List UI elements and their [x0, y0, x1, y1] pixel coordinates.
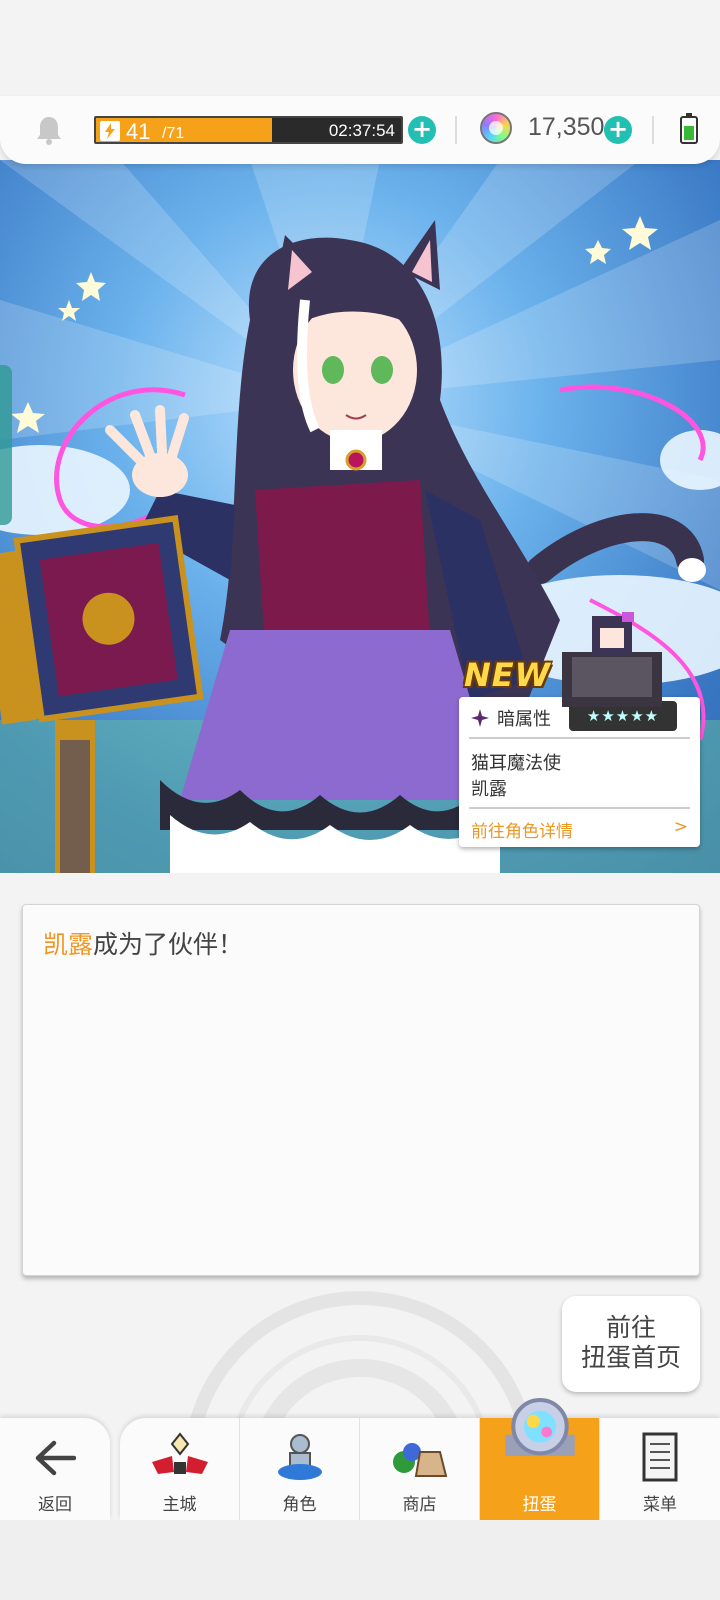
side-drawer-handle[interactable] [0, 365, 12, 525]
nav-item-shop[interactable]: 商店 [360, 1418, 480, 1520]
message-panel: 凯露成为了伙伴！ [22, 904, 700, 1276]
jewel-icon [480, 112, 512, 144]
nav-label-character: 角色 [282, 1495, 317, 1515]
character-info-card: 暗属性 ★★★★★ 猫耳魔法使 凯露 前往角色详情 > [459, 697, 700, 847]
stamina-bar: 41 /71 02:37:54 [94, 116, 403, 144]
character-mini-sprite-icon [562, 612, 662, 707]
arrow-left-icon [35, 1440, 76, 1476]
lightning-icon [100, 121, 120, 141]
divider [455, 116, 457, 144]
character-title: 猫耳魔法使 [471, 753, 561, 774]
divider [469, 807, 690, 809]
shop-icon [393, 1443, 448, 1477]
divider [652, 116, 654, 144]
goto-gacha-line2: 扭蛋首页 [580, 1343, 681, 1372]
nav-item-home[interactable]: 主城 [120, 1418, 240, 1520]
bottom-nav: 主城 角色 商店 扭蛋 菜单 [120, 1398, 720, 1520]
gacha-icon [505, 1398, 575, 1456]
goto-gacha-home-button[interactable]: 前往 扭蛋首页 [562, 1296, 700, 1392]
back-button[interactable]: 返回 [0, 1418, 110, 1520]
goto-gacha-line1: 前往 [605, 1313, 656, 1342]
message-character-name: 凯露 [43, 930, 94, 959]
stamina-current: 41 [126, 119, 151, 144]
nav-label-shop: 商店 [402, 1495, 437, 1515]
nav-label-menu: 菜单 [643, 1495, 677, 1515]
character-name: 凯露 [471, 779, 507, 800]
nav-item-gacha[interactable]: 扭蛋 [480, 1398, 600, 1520]
jewel-count: 17,350 [528, 113, 605, 141]
system-gesture-area [0, 1520, 720, 1600]
character-icon [278, 1434, 322, 1480]
nav-label-home: 主城 [162, 1495, 197, 1515]
back-label: 返回 [38, 1495, 72, 1515]
nav-label-gacha: 扭蛋 [522, 1495, 557, 1515]
nav-item-menu[interactable]: 菜单 [600, 1418, 720, 1520]
attribute-label: 暗属性 [497, 709, 551, 730]
add-stamina-button[interactable]: + [408, 116, 436, 144]
notification-bell-icon[interactable] [34, 114, 64, 146]
new-badge: NEW [464, 656, 551, 694]
stamina-max: /71 [162, 125, 185, 142]
message-text: 凯露成为了伙伴！ [43, 925, 243, 961]
nav-item-character[interactable]: 角色 [240, 1418, 360, 1520]
castle-icon [152, 1432, 208, 1474]
message-body: 成为了伙伴！ [93, 930, 244, 959]
divider [469, 737, 690, 739]
status-bar: 41 /71 02:37:54 + 17,350 + [0, 96, 720, 164]
battery-icon [680, 113, 698, 144]
stamina-timer: 02:37:54 [328, 121, 395, 140]
chevron-right-icon[interactable]: > [674, 817, 688, 837]
character-detail-link[interactable]: 前往角色详情 [471, 817, 573, 842]
dark-attribute-icon [471, 709, 489, 727]
menu-icon [642, 1432, 678, 1482]
add-jewel-button[interactable]: + [604, 116, 632, 144]
